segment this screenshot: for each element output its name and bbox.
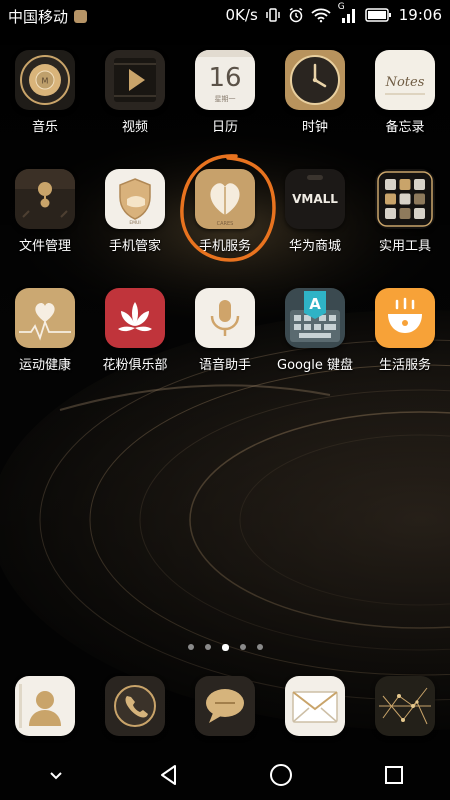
dock-messages[interactable]	[180, 676, 270, 736]
status-bar: 中国移动 0K/s G 19:06	[0, 0, 450, 32]
carrier-label: 中国移动	[8, 8, 69, 26]
dock-contacts[interactable]	[0, 676, 90, 736]
signal-icon: G	[338, 2, 358, 23]
app-label: 华为商城	[288, 239, 341, 254]
google-keyboard-icon: A	[285, 288, 345, 348]
page-dot[interactable]	[204, 644, 211, 650]
music-icon: M	[15, 50, 75, 110]
app-clock[interactable]: 时钟	[270, 50, 360, 169]
messages-icon	[195, 676, 255, 736]
app-row: 运动健康 花粉俱乐部 语音助手 A Google 键盘 生活服务	[0, 288, 450, 407]
navigation-bar	[0, 750, 450, 800]
calendar-weekday: 星期一	[215, 95, 236, 103]
dock-phone[interactable]	[90, 676, 180, 736]
notification-app-icon	[74, 10, 88, 23]
file-manager-icon	[15, 169, 75, 229]
calendar-icon: 16 星期一	[195, 50, 255, 110]
contacts-icon	[15, 676, 75, 736]
emui-mark: EMUI	[129, 220, 140, 226]
wifi-icon	[311, 8, 331, 23]
vmall-icon: VMALL	[285, 169, 345, 229]
clock-icon	[285, 50, 345, 110]
net-speed: 0K/s	[225, 6, 258, 24]
notes-wordmark: Notes	[385, 75, 425, 90]
app-voice-assistant[interactable]: 语音助手	[180, 288, 270, 407]
app-phone-service[interactable]: CARES 手机服务	[180, 169, 270, 288]
app-life-service[interactable]: 生活服务	[360, 288, 450, 407]
app-calendar[interactable]: 16 星期一 日历	[180, 50, 270, 169]
app-vmall[interactable]: VMALL 华为商城	[270, 169, 360, 288]
app-row: 文件管理 EMUI 手机管家 CARES 手机服务 VMALL 华为商城 实用工…	[0, 169, 450, 288]
life-service-icon	[375, 288, 435, 348]
back-button[interactable]	[113, 750, 226, 800]
page-indicator	[0, 643, 450, 651]
dock-browser[interactable]	[360, 676, 450, 736]
page-dot-active[interactable]	[221, 643, 229, 651]
cares-mark: CARES	[217, 221, 234, 227]
dock	[0, 676, 450, 736]
health-icon	[15, 288, 75, 348]
dock-email[interactable]	[270, 676, 360, 736]
email-icon	[285, 676, 345, 736]
app-label: 生活服务	[378, 358, 431, 373]
app-label: 实用工具	[378, 239, 431, 254]
vibrate-icon	[266, 8, 280, 22]
app-label: 花粉俱乐部	[102, 358, 168, 373]
browser-icon	[375, 676, 435, 736]
notes-icon: Notes	[375, 50, 435, 110]
app-label: 视频	[121, 120, 148, 135]
app-file-manager[interactable]: 文件管理	[0, 169, 90, 288]
phone-service-icon: CARES	[195, 169, 255, 229]
app-grid: M 音乐 视频 16 星期一 日历 时钟 Notes 备忘录 文件管理 EMUI…	[0, 50, 450, 407]
app-music[interactable]: M 音乐	[0, 50, 90, 169]
app-google-keyboard[interactable]: A Google 键盘	[270, 288, 360, 407]
app-label: 备忘录	[385, 120, 425, 135]
keyboard-letter: A	[309, 295, 321, 313]
app-row: M 音乐 视频 16 星期一 日历 时钟 Notes 备忘录	[0, 50, 450, 169]
phone-manager-icon: EMUI	[105, 169, 165, 229]
app-label: 文件管理	[18, 239, 71, 254]
vmall-wordmark: VMALL	[292, 192, 338, 206]
collapse-icon	[50, 772, 62, 780]
app-fans-club[interactable]: 花粉俱乐部	[90, 288, 180, 407]
page-dot[interactable]	[187, 644, 194, 650]
app-label: 运动健康	[18, 358, 71, 373]
app-notes[interactable]: Notes 备忘录	[360, 50, 450, 169]
collapse-button[interactable]	[0, 750, 113, 800]
tools-icon	[375, 169, 435, 229]
fans-club-icon	[105, 288, 165, 348]
recents-icon	[384, 766, 403, 784]
app-tools[interactable]: 实用工具	[360, 169, 450, 288]
recents-button[interactable]	[338, 750, 450, 800]
voice-assistant-icon	[195, 288, 255, 348]
svg-text:M: M	[42, 77, 49, 86]
page-dot[interactable]	[256, 644, 263, 650]
app-label: 音乐	[31, 120, 58, 135]
clock-time: 19:06	[398, 6, 442, 24]
alarm-icon	[289, 7, 303, 23]
app-phone-manager[interactable]: EMUI 手机管家	[90, 169, 180, 288]
app-label: 日历	[211, 120, 238, 135]
calendar-day: 16	[208, 63, 241, 93]
video-icon	[105, 50, 165, 110]
app-label: 手机服务	[198, 239, 251, 254]
app-health[interactable]: 运动健康	[0, 288, 90, 407]
home-button[interactable]	[225, 750, 338, 800]
battery-icon	[365, 8, 391, 22]
app-label: 语音助手	[198, 358, 251, 373]
phone-icon	[105, 676, 165, 736]
app-label: 手机管家	[108, 239, 161, 254]
home-icon	[270, 764, 293, 786]
back-icon	[160, 765, 176, 785]
page-dot[interactable]	[239, 644, 246, 650]
app-label: Google 键盘	[277, 358, 353, 373]
app-label: 时钟	[301, 120, 328, 135]
app-video[interactable]: 视频	[90, 50, 180, 169]
